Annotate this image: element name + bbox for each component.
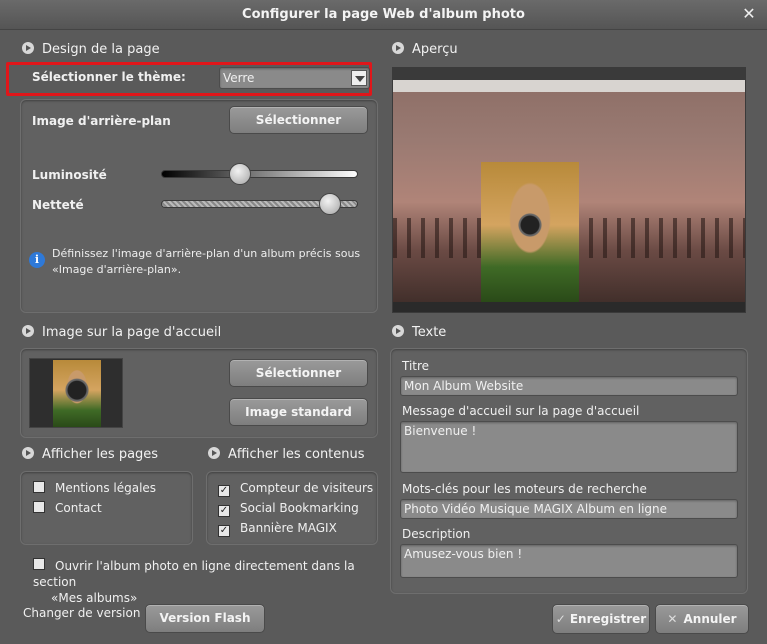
standard-image-button[interactable]: Image standard [229,398,368,426]
expand-triangle-icon [22,325,34,337]
theme-dropdown[interactable]: Verre [219,67,370,89]
section-preview-header[interactable]: Aperçu [392,41,458,59]
keywords-label: Mots-clés pour les moteurs de recherche [402,482,647,496]
home-image-thumbnail-frame [29,358,123,428]
expand-triangle-icon [22,42,34,54]
window-title-bar: Configurer la page Web d'album photo [0,0,767,30]
change-version-label: Changer de version [23,606,141,620]
description-label: Description [402,527,471,541]
checkbox-contact[interactable]: Contact [33,501,102,515]
checkbox-box[interactable]: ✓ [218,485,230,497]
background-select-button[interactable]: Sélectionner [229,106,368,134]
preview-footer [393,302,745,312]
checkmark-icon: ✓ [555,612,566,626]
save-button[interactable]: ✓ Enregistrer [552,604,650,634]
checkbox-box[interactable] [33,501,45,513]
section-design-header[interactable]: Design de la page [22,41,160,59]
preview-image [392,67,746,313]
theme-dropdown-value: Verre [223,71,255,85]
close-icon[interactable]: ✕ [739,4,759,24]
title-input[interactable]: Mon Album Website [400,376,738,396]
brightness-slider-handle[interactable] [228,163,251,185]
title-label: Titre [402,359,430,373]
section-home-image-header[interactable]: Image sur la page d'accueil [22,324,221,342]
checkbox-box[interactable]: ✓ [218,505,230,517]
checkbox-box[interactable] [33,481,45,493]
preview-photo [481,162,579,302]
preview-topbar [393,68,745,80]
theme-label: Sélectionner le thème: [32,70,186,84]
section-contents-header[interactable]: Afficher les contenus [208,446,365,464]
welcome-label: Message d'accueil sur la page d'accueil [402,404,640,418]
checkbox-open-my-albums[interactable]: Ouvrir l'album photo en ligne directemen… [33,558,378,606]
checkbox-box[interactable]: ✓ [218,525,230,537]
sharpness-label: Netteté [32,198,84,212]
brightness-label: Luminosité [32,168,107,182]
welcome-textarea[interactable]: Bienvenue ! [400,421,738,473]
section-text-header[interactable]: Texte [392,324,446,342]
checkbox-magix-banner[interactable]: ✓ Bannière MAGIX [218,521,337,537]
expand-triangle-icon [392,42,404,54]
cancel-button[interactable]: ✕ Annuler [655,604,749,634]
home-image-thumbnail [53,360,101,427]
expand-triangle-icon [22,447,34,459]
checkbox-box[interactable] [33,558,45,570]
expand-triangle-icon [392,325,404,337]
background-info-text: Définissez l'image d'arrière-plan d'un a… [52,247,361,276]
preview-navbar [393,80,745,92]
checkbox-visitor-counter[interactable]: ✓ Compteur de visiteurs [218,481,373,497]
background-image-label: Image d'arrière-plan [32,114,171,128]
section-pages-header[interactable]: Afficher les pages [22,446,158,464]
checkbox-legal[interactable]: Mentions légales [33,481,156,495]
close-icon: ✕ [667,612,678,626]
info-icon: i [29,252,45,268]
checkbox-social-bookmarking[interactable]: ✓ Social Bookmarking [218,501,359,517]
home-image-select-button[interactable]: Sélectionner [229,359,368,387]
brightness-slider[interactable] [161,170,358,178]
flash-version-button[interactable]: Version Flash [145,604,265,633]
expand-triangle-icon [208,447,220,459]
chevron-down-icon[interactable] [351,70,367,86]
description-textarea[interactable]: Amusez-vous bien ! [400,544,738,578]
window-title: Configurer la page Web d'album photo [242,7,525,22]
keywords-input[interactable]: Photo Vidéo Musique MAGIX Album en ligne [400,499,738,519]
